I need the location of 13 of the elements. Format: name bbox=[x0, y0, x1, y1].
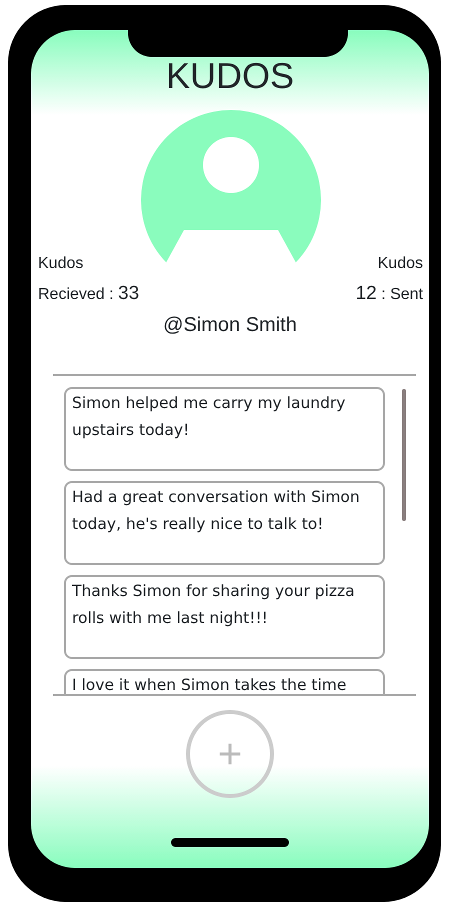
kudos-message: I love it when Simon takes the time bbox=[64, 669, 385, 694]
sent-title: Kudos bbox=[376, 254, 423, 274]
scrollbar[interactable] bbox=[402, 389, 406, 521]
kudos-message: Had a great conversation with Simon today, he's really nice to talk to! bbox=[64, 481, 385, 565]
app-title: KUDOS bbox=[166, 56, 294, 96]
sent-count: 12 : Sent bbox=[354, 282, 423, 306]
kudos-message: Simon helped me carry my laundry upstairs today! bbox=[64, 387, 385, 471]
kudos-message: Thanks Simon for sharing your pizza rolls with me last night!!! bbox=[64, 575, 385, 659]
username: @Simon Smith bbox=[162, 313, 298, 338]
received-title: Kudos bbox=[38, 254, 84, 274]
avatar-icon bbox=[140, 110, 320, 270]
received-count: Recieved : 33 bbox=[38, 282, 140, 306]
add-button[interactable]: + bbox=[186, 710, 274, 798]
